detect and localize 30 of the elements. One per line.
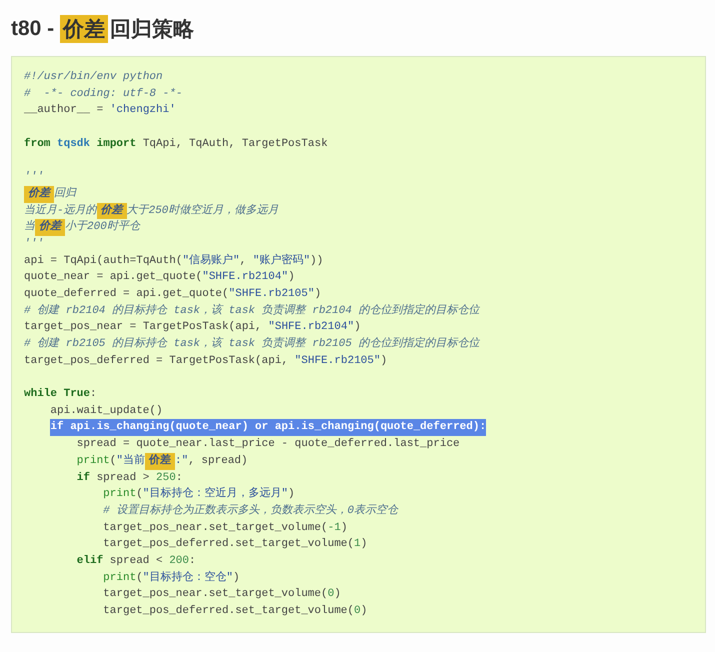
page-title: t80 - 价差 回归策略: [11, 14, 196, 44]
code-line: target_pos_deferred.set_target_volume(0): [103, 604, 368, 619]
code-line: #!/usr/bin/env python: [24, 70, 163, 85]
code-line: 当 价差 小于200时平仓: [24, 219, 140, 236]
code-line: __author__ = 'chengzhi': [24, 103, 176, 118]
code-line: # 设置目标持仓为正数表示多头，负数表示空头，0表示空仓: [103, 502, 398, 519]
code-line: 当近月-远月的 价差 大于250时做空近月，做多远月: [24, 202, 278, 220]
code-line: quote_near = api.get_quote("SHFE.rb2104"): [24, 270, 295, 286]
code-line: spread = quote_near.last_price - quote_deferred.last_price: [76, 437, 460, 452]
code-line: # 创建 rb2105 的目标持仓 task，该 task 负责调整 rb2105 的仓位到指定的目标仓位: [24, 336, 480, 352]
code-line: while True:: [24, 387, 97, 402]
code-line: print("目标持仓：空仓"): [103, 570, 240, 586]
code-line: print("当前 价差 :", spread): [76, 452, 248, 470]
code-line: # 创建 rb2104 的目标持仓 task，该 task 负责调整 rb2104 的仓位到指定的目标仓位: [24, 302, 480, 319]
code-line: target_pos_deferred.set_target_volume(1): [103, 537, 368, 552]
code-line: api = TqApi(auth=TqAuth("信易账户", "账户密码")): [24, 252, 324, 269]
code-line: print("目标持仓：空近月，多远月"): [103, 486, 295, 502]
code-line: ''': [24, 170, 44, 186]
code-line: 价差 回归: [24, 186, 76, 202]
code-line: from tqsdk import TqApi, TqAuth, TargetPosTask: [24, 136, 328, 152]
code-line: ''': [24, 236, 44, 252]
code-line: target_pos_deferred = TargetPosTask(api, "SHFE.rb2105"): [24, 354, 388, 369]
code-line: elif spread < 200:: [76, 554, 196, 569]
code-line: api.wait_update(): [50, 404, 163, 419]
code-line: target_pos_near.set_target_volume(-1): [103, 520, 348, 536]
code-line: target_pos_near.set_target_volume(0): [103, 587, 341, 602]
code-line: # -*- coding: utf-8 -*-: [24, 86, 182, 102]
code-line: if spread > 250:: [76, 470, 182, 486]
code-line: target_pos_near = TargetPosTask(api, "SHFE.rb2104"): [24, 320, 361, 336]
code-line: quote_deferred = api.get_quote("SHFE.rb2105"): [24, 286, 322, 302]
